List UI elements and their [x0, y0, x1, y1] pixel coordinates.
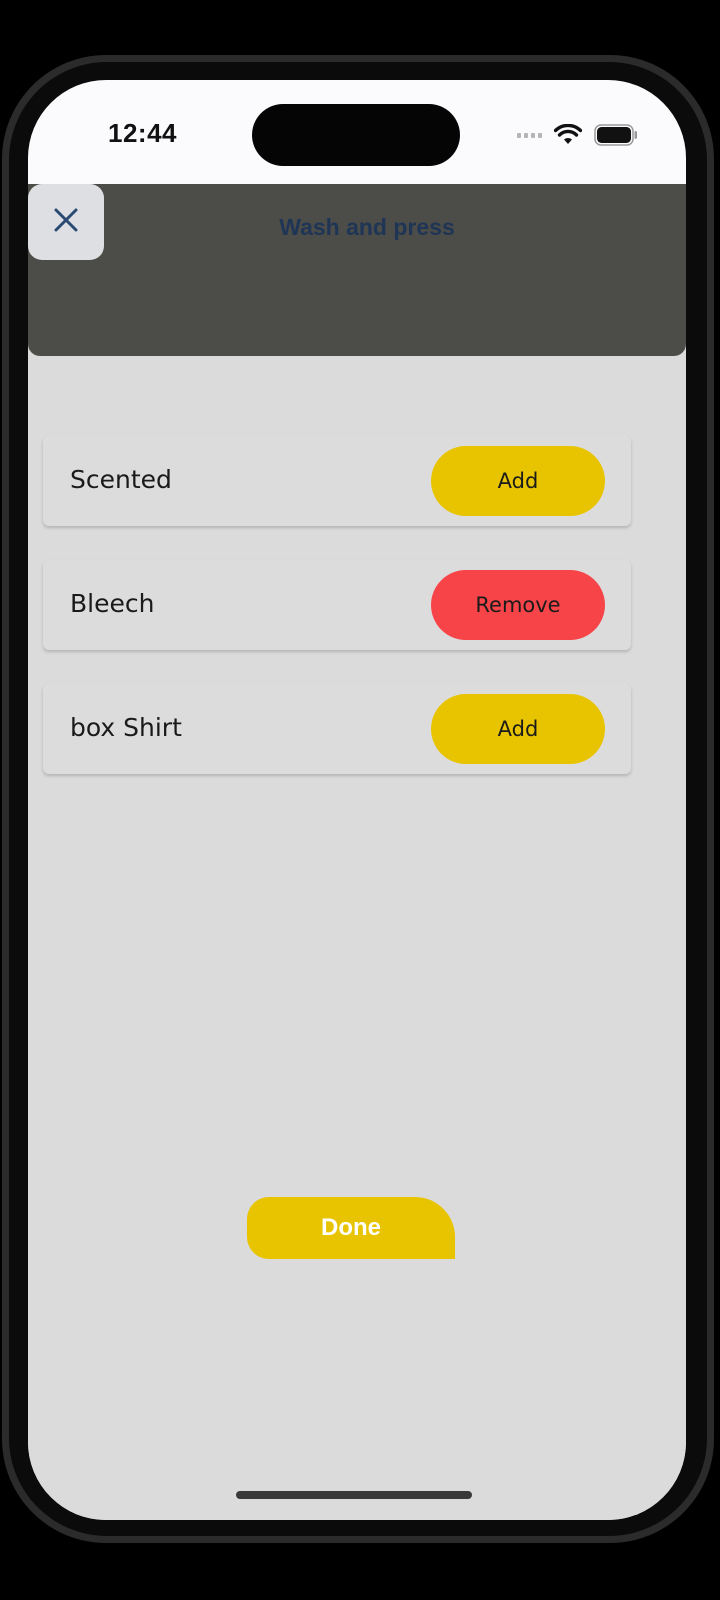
- remove-button[interactable]: Remove: [431, 570, 605, 640]
- option-label: Scented: [70, 465, 172, 494]
- add-button[interactable]: Add: [431, 694, 605, 764]
- list-item: Scented Add: [43, 436, 631, 526]
- cellular-signal-icon: [517, 132, 542, 138]
- list-item: box Shirt Add: [43, 684, 631, 774]
- page-title: Wash and press: [279, 214, 455, 240]
- option-label: box Shirt: [70, 713, 182, 742]
- dynamic-island: [252, 104, 460, 166]
- options-list: Scented Add Bleech Remove box Shirt Add: [43, 436, 631, 808]
- status-time: 12:44: [108, 118, 177, 148]
- option-label: Bleech: [70, 589, 155, 618]
- battery-icon: [594, 124, 638, 146]
- sheet-header: Wash and press: [28, 184, 686, 356]
- home-indicator[interactable]: [236, 1491, 472, 1499]
- phone-screen: 12:44 Wash and press Scented Add Bleech …: [28, 80, 686, 1520]
- status-icons: [517, 120, 638, 150]
- add-button[interactable]: Add: [431, 446, 605, 516]
- wifi-icon: [554, 124, 582, 146]
- list-item: Bleech Remove: [43, 560, 631, 650]
- sheet-content: Wash and press Scented Add Bleech Remove…: [28, 184, 686, 1520]
- done-button[interactable]: Done: [247, 1197, 455, 1259]
